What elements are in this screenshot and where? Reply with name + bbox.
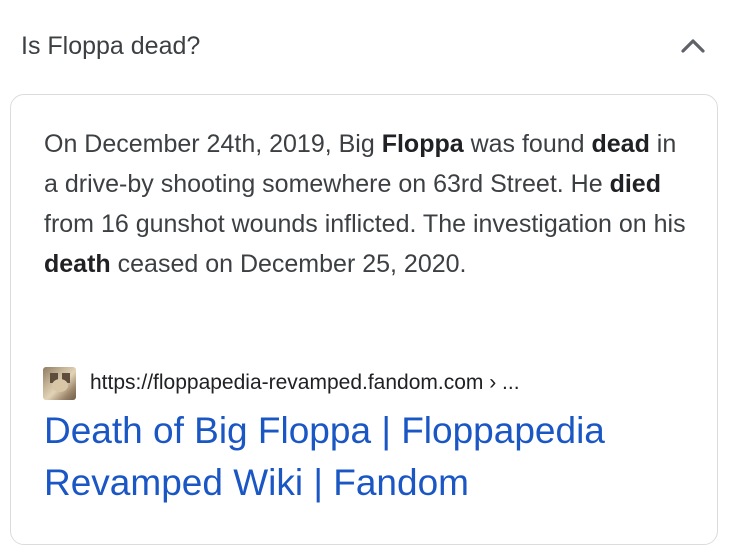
featured-snippet-page: Is Floppa dead? On December 24th, 2019, … — [0, 0, 734, 557]
answer-card: On December 24th, 2019, Big Floppa was f… — [10, 94, 718, 545]
snippet-text: ceased on December 25, 2020. — [110, 250, 467, 278]
question-header[interactable]: Is Floppa dead? — [0, 0, 734, 92]
snippet-highlight: death — [44, 250, 111, 278]
floppa-favicon-icon — [43, 366, 76, 400]
snippet-text: from 16 gunshot wounds inflicted. The in… — [44, 210, 686, 238]
question-text: Is Floppa dead? — [21, 31, 201, 60]
snippet-text: was found — [463, 130, 592, 158]
snippet-text: On December 24th, 2019, Big — [44, 130, 382, 158]
result-title-link[interactable]: Death of Big Floppa | Floppapedia Revamp… — [44, 405, 704, 509]
chevron-up-icon[interactable] — [678, 31, 708, 61]
source-row[interactable]: https://floppapedia-revamped.fandom.com … — [43, 366, 520, 400]
snippet-highlight: dead — [591, 130, 650, 158]
snippet-highlight: Floppa — [381, 130, 464, 158]
snippet-highlight: died — [609, 170, 661, 198]
source-url[interactable]: https://floppapedia-revamped.fandom.com … — [90, 371, 520, 395]
answer-snippet: On December 24th, 2019, Big Floppa was f… — [44, 124, 694, 284]
favicon-face — [52, 378, 68, 392]
